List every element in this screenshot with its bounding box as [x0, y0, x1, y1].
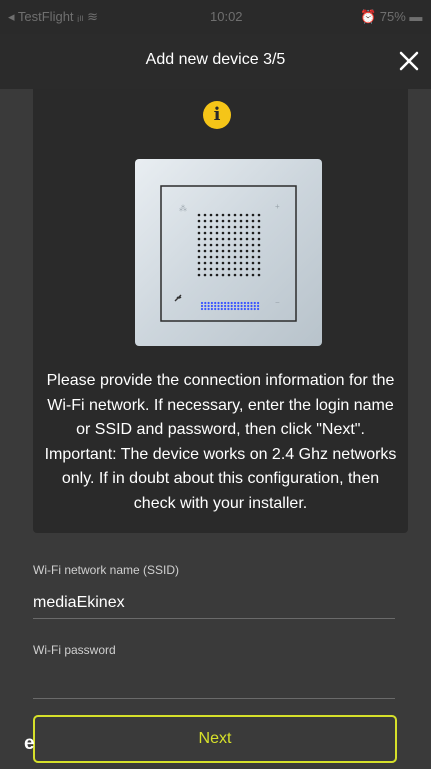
- ssid-input[interactable]: mediaEkinex: [33, 594, 125, 612]
- page-title: Add new device 3/5: [145, 51, 286, 68]
- status-left: ◂ TestFlight ᵢₗₗ ≋: [8, 9, 99, 24]
- next-button[interactable]: Next: [33, 715, 397, 763]
- password-underline: [33, 698, 395, 699]
- ssid-underline: [33, 618, 395, 619]
- instructions-text: Please provide the connection informatio…: [44, 372, 397, 512]
- info-icon: i: [203, 101, 231, 129]
- password-label: Wi-Fi password: [33, 643, 116, 657]
- status-time: 10:02: [210, 9, 243, 24]
- screen: ◂ TestFlight ᵢₗₗ ≋ 10:02 ⏰ 75% ▬ Add new…: [0, 0, 431, 769]
- status-right: ⏰ 75% ▬: [360, 9, 423, 24]
- device-image: ⁂ + −: [135, 159, 322, 346]
- svg-text:−: −: [275, 298, 280, 307]
- svg-text:⁂: ⁂: [179, 204, 187, 213]
- ssid-label: Wi-Fi network name (SSID): [33, 563, 180, 577]
- header: Add new device 3/5: [0, 34, 431, 89]
- svg-text:+: +: [275, 202, 280, 211]
- close-icon[interactable]: [397, 49, 421, 73]
- status-bar: ◂ TestFlight ᵢₗₗ ≋ 10:02 ⏰ 75% ▬: [0, 0, 431, 34]
- corner-letter: e: [24, 733, 35, 754]
